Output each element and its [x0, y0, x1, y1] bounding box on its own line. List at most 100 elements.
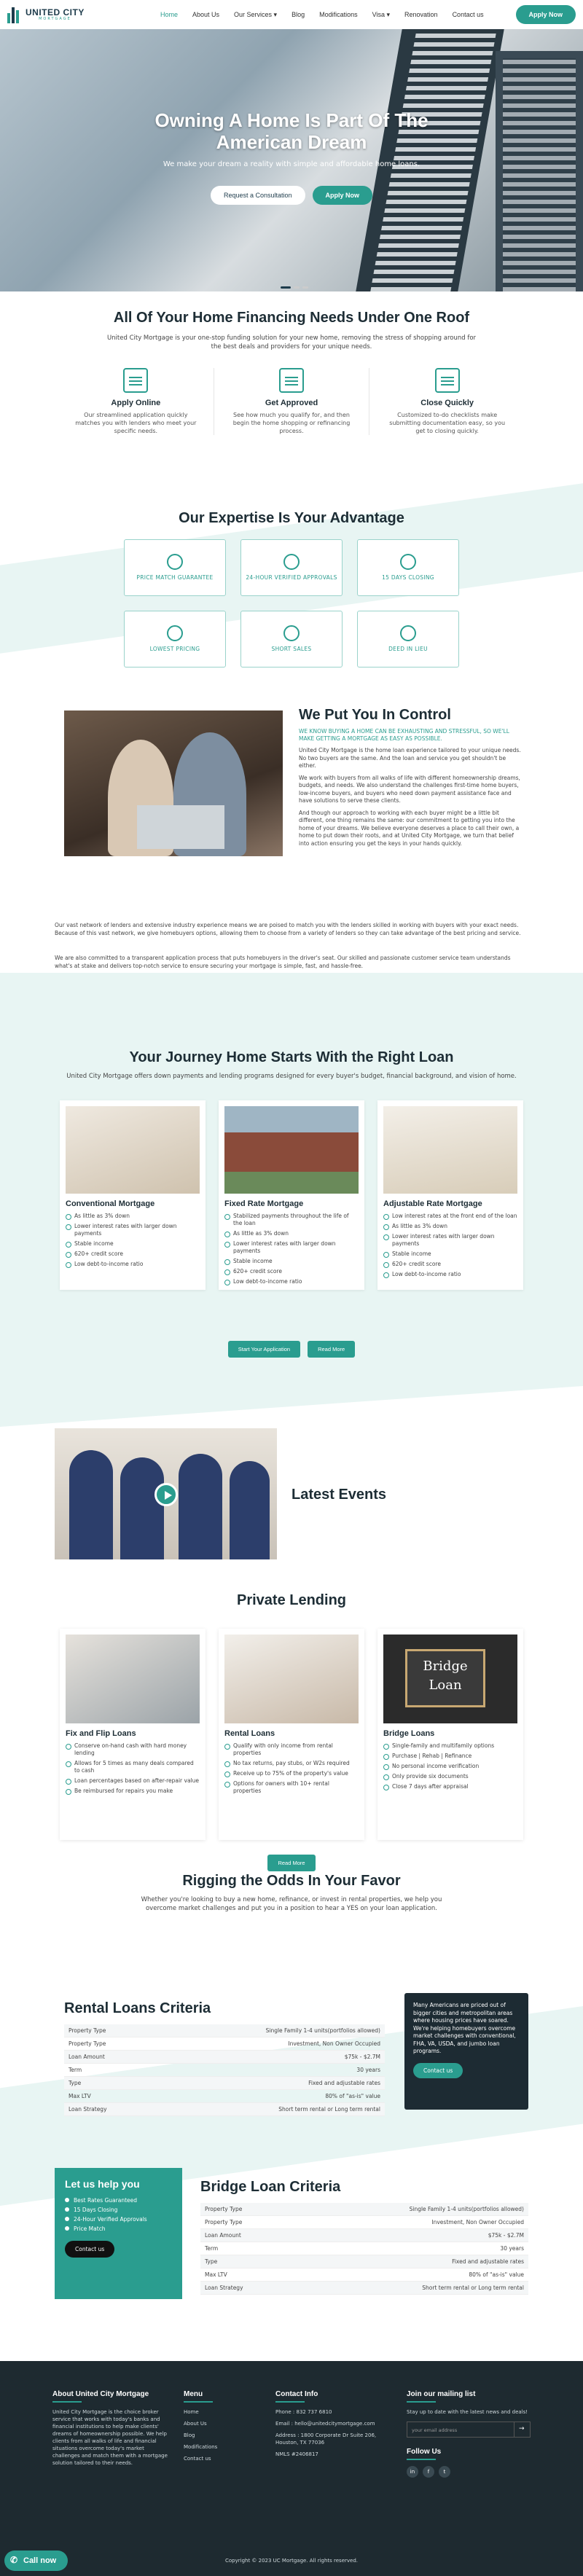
newsletter-email-input[interactable]: your email address [407, 2422, 514, 2437]
nav-services[interactable]: Our Services ▾ [234, 11, 277, 19]
facebook-icon[interactable]: f [423, 2466, 434, 2478]
linkedin-icon[interactable]: in [407, 2466, 418, 2478]
nav-modifications[interactable]: Modifications [319, 11, 358, 19]
twitter-icon[interactable]: t [439, 2466, 450, 2478]
row-value: 80% of "as-is" value [291, 2268, 528, 2282]
card-fix-flip: Fix and Flip Loans Conserve on-hand cash… [60, 1629, 206, 1840]
event-video[interactable] [55, 1428, 277, 1559]
card-list: Low interest rates at the front end of t… [383, 1211, 517, 1280]
family-photo [66, 1106, 200, 1194]
nav-renovation[interactable]: Renovation [404, 11, 438, 19]
start-application-button[interactable]: Start Your Application [227, 1341, 301, 1358]
expertise-label: 15 DAYS CLOSING [382, 574, 434, 581]
table-row: Property Type Investment, Non Owner Occup… [200, 2215, 528, 2229]
loan-card-fixed: Fixed Rate Mortgage Stabilized payments … [219, 1100, 364, 1290]
read-more-button[interactable]: Read More [308, 1341, 356, 1358]
table-row: Loan Strategy Short term rental or Long t… [200, 2281, 528, 2295]
footer-link-blog[interactable]: Blog [184, 2432, 257, 2439]
clock-icon [283, 554, 300, 570]
handshake-icon [434, 368, 460, 393]
nav-home[interactable]: Home [160, 11, 178, 19]
table-row: Property Type Investment, Non Owner Occup… [64, 2037, 385, 2051]
row-value: Single Family 1-4 units(portfolios allow… [291, 2203, 528, 2216]
calendar-icon [400, 554, 416, 570]
footer-about-text: United City Mortgage is the choice broke… [52, 2409, 168, 2466]
private-read-more-button[interactable]: Read More [267, 1855, 316, 1871]
list-item: Low debt-to-income ratio [224, 1277, 359, 1287]
footer-link-contact[interactable]: Contact us [184, 2455, 257, 2462]
expertise-label: LOWEST PRICING [149, 646, 200, 652]
call-now-button[interactable]: Call now [4, 2550, 69, 2571]
hero-banner: Owning A Home Is Part Of The American Dr… [0, 29, 583, 291]
nav-blog[interactable]: Blog [292, 11, 305, 19]
list-item: Best Rates Guaranteed [65, 2196, 172, 2205]
list-item: Price Match [65, 2224, 172, 2234]
row-label: Type [200, 2255, 292, 2268]
feature-apply-online: Apply Online Our streamlined application… [58, 368, 214, 435]
hero-title-line2: American Dream [216, 131, 367, 153]
expertise-short-sales: SHORT SALES [240, 611, 343, 668]
private-buttons: Read More [0, 1855, 583, 1871]
row-label: Term [64, 2063, 153, 2077]
list-item: Stable income [224, 1256, 359, 1267]
list-item: Purchase | Rehab | Refinance [383, 1751, 517, 1761]
slider-dots[interactable] [281, 286, 308, 289]
row-value: Short term rental or Long term rental [291, 2281, 528, 2295]
help-contact-button[interactable]: Contact us [65, 2241, 115, 2258]
journey-text: United City Mortgage offers down payment… [66, 1073, 517, 1080]
play-icon[interactable] [154, 1483, 178, 1506]
list-item: Close 7 days after appraisal [383, 1782, 517, 1792]
list-item: 15 Days Closing [65, 2205, 172, 2215]
rental-criteria-table: Property Type Single Family 1-4 units(por… [64, 2024, 385, 2116]
feature-title: Close Quickly [420, 399, 474, 407]
approval-icon [279, 368, 304, 393]
hero-apply-button[interactable]: Apply Now [312, 186, 373, 205]
rental-criteria-title: Rental Loans Criteria [64, 2000, 211, 2016]
card-title: Rental Loans [224, 1729, 275, 1738]
loan-card-conventional: Conventional Mortgage As little as 3% do… [60, 1100, 206, 1290]
list-item: Lower interest rates with larger down pa… [383, 1232, 517, 1249]
arrow-right-icon[interactable] [514, 2422, 530, 2437]
request-consultation-button[interactable]: Request a Consultation [210, 186, 305, 205]
feature-list: Apply Online Our streamlined application… [58, 368, 525, 435]
bridge-criteria-table: Property Type Single Family 1-4 units(por… [200, 2203, 528, 2295]
card-list: As little as 3% down Lower interest rate… [66, 1211, 200, 1269]
apply-now-button[interactable]: Apply Now [515, 5, 576, 24]
list-item: Lower interest rates with larger down pa… [224, 1239, 359, 1256]
private-title: Private Lending [236, 1592, 347, 1608]
nav-visa[interactable]: Visa ▾ [372, 11, 390, 19]
footer-address: Address : 1800 Corporate Dr Suite 206, H… [275, 2432, 377, 2446]
list-item: Loan percentages based on after-repair v… [66, 1776, 200, 1786]
market-info-box: Many Americans are priced out of bigger … [404, 1993, 528, 2110]
card-rental: Rental Loans Qualify with only income fr… [219, 1629, 364, 1840]
footer-link-home[interactable]: Home [184, 2408, 257, 2416]
row-value: 30 years [152, 2063, 385, 2077]
private-lending-section: Private Lending [0, 1592, 583, 1609]
list-item: Only provide six documents [383, 1772, 517, 1782]
list-item: Low interest rates at the front end of t… [383, 1211, 517, 1221]
list-item: Qualify with only income from rental pro… [224, 1741, 359, 1758]
table-row: Property Type Single Family 1-4 units(por… [64, 2024, 385, 2037]
table-row: Max LTV 80% of "as-is" value [200, 2268, 528, 2282]
footer-mailing-title: Join our mailing list [407, 2390, 476, 2398]
nav-contact[interactable]: Contact us [453, 11, 484, 19]
sign-line2: Loan [429, 1677, 462, 1693]
contact-us-button[interactable]: Contact us [413, 2062, 463, 2078]
list-item: Conserve on-hand cash with hard money le… [66, 1741, 200, 1758]
logo[interactable]: UNITED CITY MORTGAGE [7, 6, 138, 23]
card-title: Fixed Rate Mortgage [224, 1199, 304, 1208]
list-item: 24-Hour Verified Approvals [65, 2215, 172, 2224]
nav-about[interactable]: About Us [192, 11, 219, 19]
card-list: Single-family and multifamily options Pu… [383, 1741, 517, 1792]
feature-text: Customized to-do checklists make submitt… [389, 412, 506, 434]
footer-phone[interactable]: Phone : 832 737 6810 [275, 2408, 385, 2416]
site-header: UNITED CITY MORTGAGE Home About Us Our S… [0, 0, 583, 29]
table-row: Loan Amount $75k - $2.7M [64, 2050, 385, 2064]
footer-link-modifications[interactable]: Modifications [184, 2443, 257, 2451]
site-footer: About United City Mortgage United City M… [0, 2361, 583, 2576]
footer-email[interactable]: Email : hello@unitedcitymortgage.com [275, 2420, 385, 2427]
footer-link-about[interactable]: About Us [184, 2420, 257, 2427]
list-item: Stabilized payments throughout the life … [224, 1211, 359, 1229]
main-nav: Home About Us Our Services ▾ Blog Modifi… [160, 11, 484, 19]
feature-close-quickly: Close Quickly Customized to-do checklist… [369, 368, 525, 435]
